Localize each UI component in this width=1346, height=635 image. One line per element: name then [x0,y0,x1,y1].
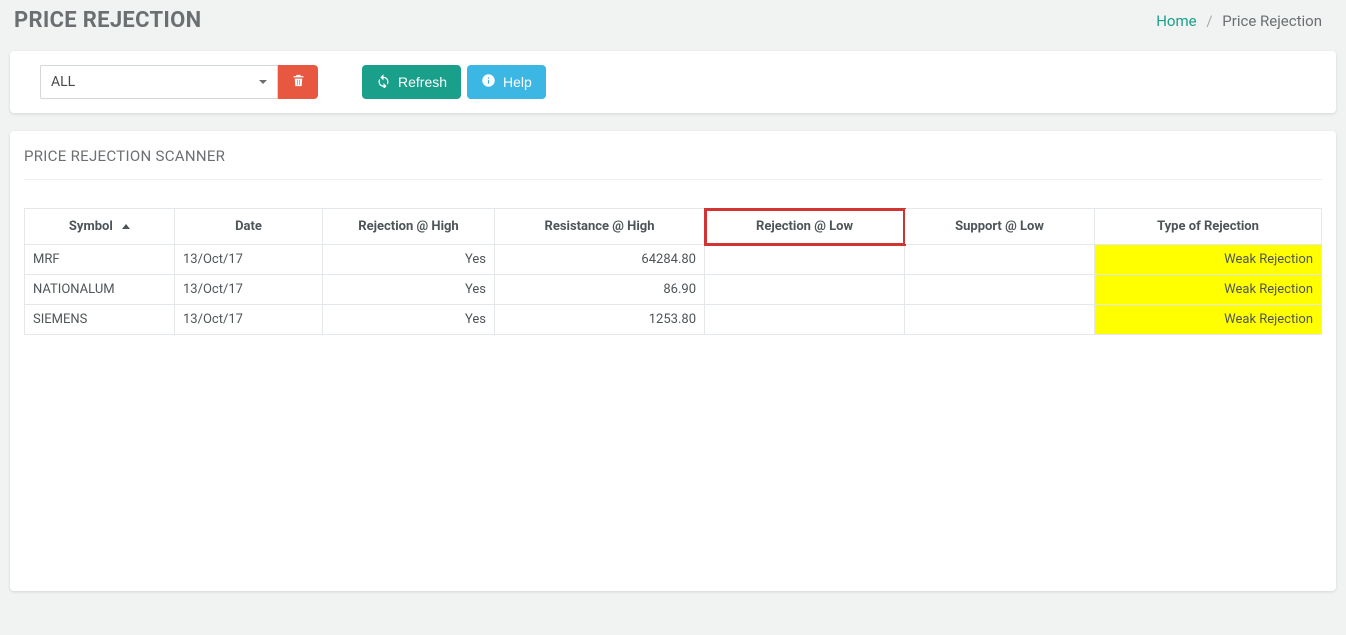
cell-sup_low [905,305,1095,335]
breadcrumb-separator: / [1206,12,1212,30]
table-row: NATIONALUM13/Oct/17Yes86.90 Weak Rejectio… [25,275,1322,305]
help-label: Help [503,74,532,90]
table-row: SIEMENS13/Oct/17Yes1253.80 Weak Rejection [25,305,1322,335]
filter-group: ALL [40,65,318,99]
cell-sup_low [905,275,1095,305]
sort-asc-icon [122,224,130,229]
table-row: MRF13/Oct/17Yes64284.80 Weak Rejection [25,245,1322,275]
info-icon [481,73,496,91]
col-header-rejection-high[interactable]: Rejection @ High [323,209,495,245]
scanner-title: PRICE REJECTION SCANNER [24,147,1322,180]
refresh-icon [376,73,391,91]
cell-rej_low [705,305,905,335]
col-header-rejection-low[interactable]: Rejection @ Low [705,209,905,245]
breadcrumb-home-link[interactable]: Home [1156,12,1196,30]
chevron-down-icon [259,80,267,84]
cell-type: Weak Rejection [1095,245,1322,275]
filter-select[interactable]: ALL [40,65,278,99]
col-header-type[interactable]: Type of Rejection [1095,209,1322,245]
scanner-table: Symbol Date Rejection @ High Resistance … [24,208,1322,335]
cell-date: 13/Oct/17 [175,245,323,275]
col-header-symbol[interactable]: Symbol [25,209,175,245]
delete-button[interactable] [278,65,318,99]
page-title: PRICE REJECTION [14,8,201,33]
refresh-label: Refresh [398,74,447,90]
cell-symbol: NATIONALUM [25,275,175,305]
cell-res_high: 86.90 [495,275,705,305]
cell-symbol: MRF [25,245,175,275]
cell-type: Weak Rejection [1095,305,1322,335]
cell-date: 13/Oct/17 [175,305,323,335]
cell-type: Weak Rejection [1095,275,1322,305]
action-buttons: Refresh Help [362,65,546,99]
col-header-symbol-label: Symbol [69,219,113,234]
filter-select-value: ALL [51,74,75,90]
col-header-resistance-high[interactable]: Resistance @ High [495,209,705,245]
breadcrumb-current: Price Rejection [1222,12,1322,30]
cell-rej_low [705,275,905,305]
help-button[interactable]: Help [467,65,546,99]
trash-icon [291,73,306,91]
cell-res_high: 1253.80 [495,305,705,335]
col-header-date[interactable]: Date [175,209,323,245]
refresh-button[interactable]: Refresh [362,65,461,99]
cell-res_high: 64284.80 [495,245,705,275]
cell-rej_high: Yes [323,245,495,275]
scanner-panel: PRICE REJECTION SCANNER Symbol Date Reje… [10,131,1336,591]
toolbar-panel: ALL Refresh Help [10,51,1336,113]
cell-rej_low [705,245,905,275]
col-header-support-low[interactable]: Support @ Low [905,209,1095,245]
cell-sup_low [905,245,1095,275]
cell-rej_high: Yes [323,275,495,305]
cell-symbol: SIEMENS [25,305,175,335]
cell-rej_high: Yes [323,305,495,335]
breadcrumb: Home / Price Rejection [1156,12,1322,30]
cell-date: 13/Oct/17 [175,275,323,305]
